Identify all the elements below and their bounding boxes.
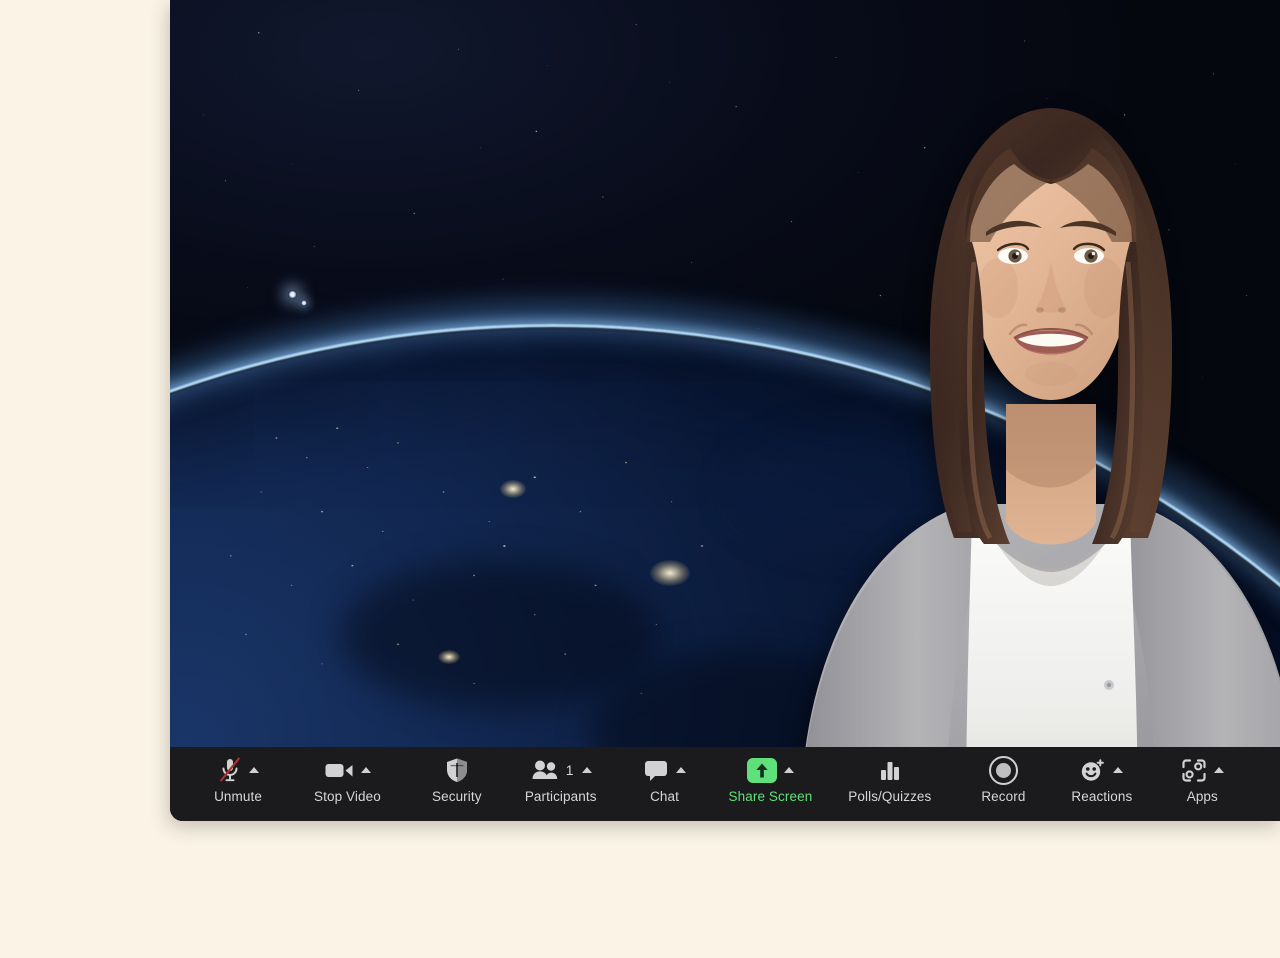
chevron-up-icon[interactable] xyxy=(784,767,794,773)
video-camera-icon xyxy=(324,759,354,781)
toolbar-label: Security xyxy=(432,789,482,804)
toolbar-label: Apps xyxy=(1187,789,1218,804)
participants-count-badge: 1 xyxy=(566,762,574,778)
toolbar-button-record[interactable]: Record xyxy=(967,755,1039,804)
toolbar-label: Unmute xyxy=(214,789,262,804)
video-stage xyxy=(170,0,1280,821)
city-glow-2 xyxy=(438,650,460,664)
city-glow-3 xyxy=(500,480,526,498)
bright-star-icon xyxy=(288,290,297,299)
chevron-up-icon[interactable] xyxy=(249,767,259,773)
toolbar-label: Stop Video xyxy=(314,789,381,804)
microphone-muted-icon xyxy=(218,757,242,783)
toolbar-button-apps[interactable]: Apps xyxy=(1166,755,1238,804)
toolbar-button-unmute[interactable]: Unmute xyxy=(202,755,274,804)
chevron-up-icon[interactable] xyxy=(1214,767,1224,773)
toolbar-button-participants[interactable]: 1 Participants xyxy=(519,755,603,804)
toolbar-label: Reactions xyxy=(1071,789,1132,804)
meeting-toolbar: Unmute Stop Video xyxy=(170,747,1280,821)
toolbar-label: Polls/Quizzes xyxy=(848,789,931,804)
shield-icon xyxy=(445,757,469,783)
toolbar-button-share-screen[interactable]: Share Screen xyxy=(723,755,819,804)
bar-chart-icon xyxy=(878,758,902,782)
toolbar-label: Chat xyxy=(650,789,679,804)
participant-video-person xyxy=(770,52,1280,821)
toolbar-button-whiteboards[interactable]: Whit xyxy=(1264,755,1280,804)
chevron-up-icon[interactable] xyxy=(676,767,686,773)
speech-bubble-icon xyxy=(643,758,669,782)
toolbar-label: Participants xyxy=(525,789,597,804)
chevron-up-icon[interactable] xyxy=(582,767,592,773)
video-meeting-window: Unmute Stop Video xyxy=(170,0,1280,821)
toolbar-button-security[interactable]: Security xyxy=(421,755,493,804)
apps-grid-icon xyxy=(1181,758,1207,783)
share-arrow-up-icon xyxy=(747,758,777,783)
city-glow-1 xyxy=(650,560,690,586)
toolbar-button-polls-quizzes[interactable]: Polls/Quizzes xyxy=(842,755,937,804)
toolbar-label: Share Screen xyxy=(729,789,813,804)
toolbar-button-chat[interactable]: Chat xyxy=(629,755,701,804)
chevron-up-icon[interactable] xyxy=(1113,767,1123,773)
toolbar-button-reactions[interactable]: Reactions xyxy=(1065,755,1138,804)
toolbar-button-stop-video[interactable]: Stop Video xyxy=(308,755,387,804)
people-icon xyxy=(530,759,560,781)
chevron-up-icon[interactable] xyxy=(361,767,371,773)
record-circle-icon xyxy=(989,756,1018,785)
toolbar-label: Record xyxy=(981,789,1025,804)
smiley-plus-icon xyxy=(1080,758,1106,783)
bright-star-secondary-icon xyxy=(301,300,307,306)
